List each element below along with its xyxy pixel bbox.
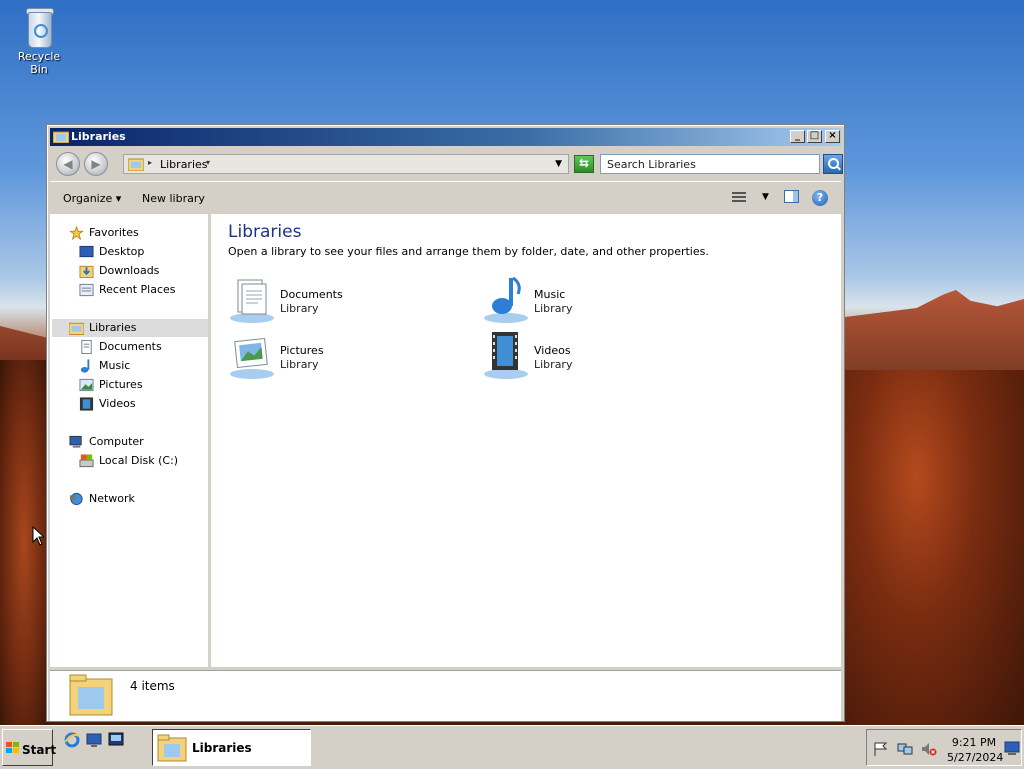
local-disk-icon xyxy=(79,454,94,468)
content-area: Favorites Desktop Downloads Recent Place… xyxy=(50,214,841,667)
navigation-pane: Favorites Desktop Downloads Recent Place… xyxy=(50,214,211,667)
downloads-icon xyxy=(79,265,94,278)
star-icon xyxy=(69,226,84,240)
organize-button[interactable]: Organize ▾ xyxy=(63,192,121,205)
search-button[interactable] xyxy=(823,154,843,174)
windows-logo-icon xyxy=(6,742,19,753)
nav-pictures[interactable]: Pictures xyxy=(79,376,199,394)
mouse-cursor-icon xyxy=(32,526,44,546)
nav-music[interactable]: Music xyxy=(79,357,199,375)
page-description: Open a library to see your files and arr… xyxy=(228,245,709,258)
recycle-bin-icon xyxy=(23,6,55,48)
videos-icon xyxy=(79,397,94,411)
item-count: 4 items xyxy=(130,679,175,693)
page-title: Libraries xyxy=(228,222,302,242)
help-icon[interactable]: ? xyxy=(812,190,828,206)
network-status-icon[interactable] xyxy=(897,742,913,756)
maximize-button[interactable]: □ xyxy=(807,130,822,143)
preview-pane-icon[interactable] xyxy=(784,190,799,203)
start-button[interactable]: Start xyxy=(2,729,56,766)
desktop-wallpaper-ground xyxy=(845,370,1024,725)
change-view-icon[interactable] xyxy=(732,190,748,204)
taskbar: Start Libraries 9:21 PM 5/27/2024 xyxy=(0,725,1024,769)
server-manager-icon[interactable] xyxy=(108,732,124,748)
documents-library-icon xyxy=(230,279,274,323)
nav-recent-places[interactable]: Recent Places xyxy=(79,281,199,299)
library-item-documents[interactable]: Documents Library xyxy=(228,276,468,328)
nav-documents[interactable]: Documents xyxy=(79,338,199,356)
music-library-icon xyxy=(484,276,528,323)
documents-icon xyxy=(81,340,92,354)
view-options-dropdown-icon[interactable]: ▼ xyxy=(762,192,769,202)
close-button[interactable]: × xyxy=(825,130,840,143)
nav-local-disk[interactable]: Local Disk (C:) xyxy=(79,452,199,470)
title-bar[interactable]: Libraries _ □ × xyxy=(50,128,841,146)
libraries-icon xyxy=(69,322,84,335)
nav-network[interactable]: Network xyxy=(69,490,199,508)
nav-downloads[interactable]: Downloads xyxy=(79,262,199,280)
libraries-address-icon xyxy=(128,158,144,171)
search-input[interactable]: Search Libraries xyxy=(600,154,820,174)
library-item-pictures[interactable]: Pictures Library xyxy=(228,332,468,384)
clock[interactable]: 9:21 PM 5/27/2024 xyxy=(947,735,1004,765)
recycle-bin-desktop-icon[interactable]: Recycle Bin xyxy=(8,6,70,76)
system-tray: 9:21 PM 5/27/2024 xyxy=(866,729,1022,766)
nav-videos[interactable]: Videos xyxy=(79,395,199,413)
recycle-bin-label: Recycle Bin xyxy=(17,50,61,76)
recent-places-icon xyxy=(79,283,94,297)
clock-date: 5/27/2024 xyxy=(947,751,1004,764)
desktop-wallpaper-mesa xyxy=(845,290,1024,380)
show-desktop-icon[interactable] xyxy=(86,732,102,748)
libraries-taskbar-icon xyxy=(157,734,187,762)
breadcrumb-libraries[interactable]: Libraries xyxy=(160,158,208,171)
desktop-icon xyxy=(79,245,94,258)
nav-favorites[interactable]: Favorites xyxy=(69,224,199,242)
forward-button[interactable]: ▶ xyxy=(84,152,108,176)
libraries-window: Libraries _ □ × ◀ ▶ ▸ Libraries ▾ ▼ ⇆ Se… xyxy=(46,124,845,722)
command-bar: Organize ▾ New library ▼ ? xyxy=(50,181,841,214)
details-pane: 4 items xyxy=(50,670,841,721)
nav-libraries[interactable]: Libraries xyxy=(52,319,208,337)
address-dropdown-icon[interactable]: ▼ xyxy=(555,159,562,169)
address-bar[interactable]: ▸ Libraries ▾ ▼ xyxy=(123,154,569,174)
main-pane: Libraries Open a library to see your fil… xyxy=(211,214,841,667)
clock-time: 9:21 PM xyxy=(951,736,997,749)
window-title: Libraries xyxy=(71,130,126,143)
nav-desktop[interactable]: Desktop xyxy=(79,243,199,261)
breadcrumb-chevron-icon[interactable]: ▾ xyxy=(206,158,210,167)
refresh-button[interactable]: ⇆ xyxy=(574,155,594,173)
libraries-folder-icon xyxy=(53,131,69,143)
pictures-library-icon xyxy=(230,337,274,379)
volume-muted-icon[interactable] xyxy=(921,742,937,756)
navigation-bar: ◀ ▶ ▸ Libraries ▾ ▼ ⇆ Search Libraries xyxy=(50,149,843,179)
back-button[interactable]: ◀ xyxy=(56,152,80,176)
pictures-icon xyxy=(79,378,94,392)
computer-icon xyxy=(69,435,82,448)
music-icon xyxy=(80,359,90,373)
network-icon xyxy=(69,492,83,506)
library-item-music[interactable]: Music Library xyxy=(482,276,722,328)
libraries-large-icon xyxy=(69,674,113,716)
library-item-videos[interactable]: Videos Library xyxy=(482,332,722,384)
action-center-flag-icon[interactable] xyxy=(873,742,889,756)
taskbar-item-libraries[interactable]: Libraries xyxy=(152,729,311,766)
breadcrumb-arrow-icon[interactable]: ▸ xyxy=(148,158,152,167)
minimize-button[interactable]: _ xyxy=(790,130,805,143)
show-desktop-tray-icon[interactable] xyxy=(1004,741,1020,755)
videos-library-icon xyxy=(484,332,528,379)
internet-explorer-icon[interactable] xyxy=(64,732,80,748)
new-library-button[interactable]: New library xyxy=(142,192,205,205)
nav-computer[interactable]: Computer xyxy=(69,433,199,451)
